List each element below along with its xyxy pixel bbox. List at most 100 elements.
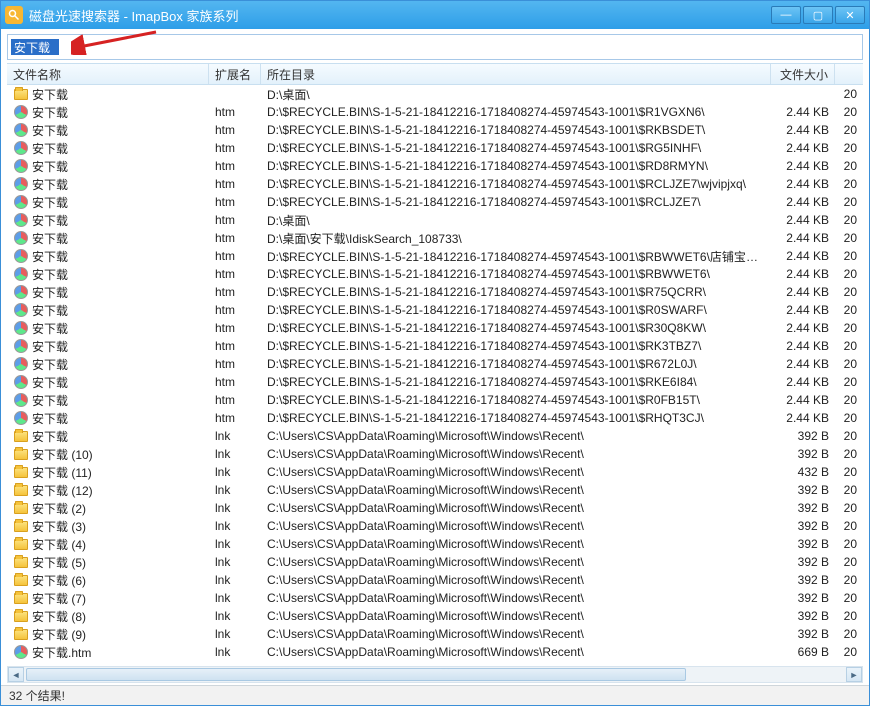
- table-row[interactable]: 安下载htmD:\$RECYCLE.BIN\S-1-5-21-18412216-…: [7, 247, 863, 265]
- header-extra[interactable]: [835, 64, 863, 84]
- cell-filename: 安下载 (3): [7, 518, 209, 535]
- table-row[interactable]: 安下载 (12)lnkC:\Users\CS\AppData\Roaming\M…: [7, 481, 863, 499]
- cell-extra: 20: [835, 285, 863, 299]
- htm-file-icon: [13, 284, 29, 300]
- column-headers: 文件名称 扩展名 所在目录 文件大小: [7, 63, 863, 85]
- cell-filename: 安下载 (7): [7, 590, 209, 607]
- file-list[interactable]: 安下载D:\桌面\20安下载htmD:\$RECYCLE.BIN\S-1-5-2…: [7, 85, 863, 666]
- htm-file-icon: [13, 356, 29, 372]
- table-row[interactable]: 安下载htmD:\$RECYCLE.BIN\S-1-5-21-18412216-…: [7, 103, 863, 121]
- table-row[interactable]: 安下载 (6)lnkC:\Users\CS\AppData\Roaming\Mi…: [7, 571, 863, 589]
- filename-text: 安下载: [32, 140, 68, 157]
- cell-extension: htm: [209, 339, 261, 353]
- minimize-button[interactable]: —: [771, 6, 801, 24]
- cell-extension: htm: [209, 267, 261, 281]
- cell-extension: htm: [209, 141, 261, 155]
- titlebar[interactable]: 磁盘光速搜索器 - ImapBox 家族系列 — ▢ ✕: [1, 1, 869, 29]
- close-button[interactable]: ✕: [835, 6, 865, 24]
- cell-extension: htm: [209, 123, 261, 137]
- cell-extension: lnk: [209, 591, 261, 605]
- table-row[interactable]: 安下载 (5)lnkC:\Users\CS\AppData\Roaming\Mi…: [7, 553, 863, 571]
- search-input[interactable]: [11, 39, 59, 55]
- cell-filename: 安下载: [7, 176, 209, 193]
- cell-extra: 20: [835, 213, 863, 227]
- table-row[interactable]: 安下载htmD:\$RECYCLE.BIN\S-1-5-21-18412216-…: [7, 157, 863, 175]
- cell-filename: 安下载 (9): [7, 626, 209, 643]
- cell-extension: htm: [209, 195, 261, 209]
- table-row[interactable]: 安下载htmD:\$RECYCLE.BIN\S-1-5-21-18412216-…: [7, 265, 863, 283]
- filename-text: 安下载: [32, 104, 68, 121]
- table-row[interactable]: 安下载htmD:\$RECYCLE.BIN\S-1-5-21-18412216-…: [7, 373, 863, 391]
- table-row[interactable]: 安下载 htmD:\$RECYCLE.BIN\S-1-5-21-18412216-…: [7, 193, 863, 211]
- cell-filename: 安下载 (5): [7, 554, 209, 571]
- cell-filesize: 2.44 KB: [771, 375, 835, 389]
- cell-extra: 20: [835, 483, 863, 497]
- table-row[interactable]: 安下载.htmlnkC:\Users\CS\AppData\Roaming\Mi…: [7, 643, 863, 661]
- cell-directory: D:\$RECYCLE.BIN\S-1-5-21-18412216-171840…: [261, 195, 771, 209]
- cell-extra: 20: [835, 411, 863, 425]
- table-row[interactable]: 安下载htmD:\桌面\2.44 KB20: [7, 211, 863, 229]
- horizontal-scrollbar[interactable]: ◄ ►: [7, 666, 863, 683]
- table-row[interactable]: 安下载 (4)lnkC:\Users\CS\AppData\Roaming\Mi…: [7, 535, 863, 553]
- table-row[interactable]: 安下载htmD:\桌面\安下载\IdiskSearch_108733\2.44 …: [7, 229, 863, 247]
- cell-extra: 20: [835, 375, 863, 389]
- table-row[interactable]: 安下载 (9)lnkC:\Users\CS\AppData\Roaming\Mi…: [7, 625, 863, 643]
- cell-filesize: 392 B: [771, 627, 835, 641]
- table-row[interactable]: 安下载htmD:\$RECYCLE.BIN\S-1-5-21-18412216-…: [7, 139, 863, 157]
- cell-extension: htm: [209, 231, 261, 245]
- cell-extra: 20: [835, 195, 863, 209]
- cell-filesize: 2.44 KB: [771, 231, 835, 245]
- cell-directory: C:\Users\CS\AppData\Roaming\Microsoft\Wi…: [261, 591, 771, 605]
- header-directory[interactable]: 所在目录: [261, 64, 771, 84]
- cell-filename: 安下载: [7, 158, 209, 175]
- table-row[interactable]: 安下载 (8)lnkC:\Users\CS\AppData\Roaming\Mi…: [7, 607, 863, 625]
- table-row[interactable]: 安下载htmD:\$RECYCLE.BIN\S-1-5-21-18412216-…: [7, 319, 863, 337]
- scroll-left-button[interactable]: ◄: [8, 667, 24, 682]
- table-row[interactable]: 安下载lnkC:\Users\CS\AppData\Roaming\Micros…: [7, 427, 863, 445]
- cell-filename: 安下载: [7, 248, 209, 265]
- cell-directory: D:\$RECYCLE.BIN\S-1-5-21-18412216-171840…: [261, 105, 771, 119]
- table-row[interactable]: 安下载 (11)lnkC:\Users\CS\AppData\Roaming\M…: [7, 463, 863, 481]
- cell-filename: 安下载: [7, 86, 209, 103]
- table-row[interactable]: 安下载htmD:\$RECYCLE.BIN\S-1-5-21-18412216-…: [7, 175, 863, 193]
- table-row[interactable]: 安下载 (7)lnkC:\Users\CS\AppData\Roaming\Mi…: [7, 589, 863, 607]
- cell-directory: C:\Users\CS\AppData\Roaming\Microsoft\Wi…: [261, 573, 771, 587]
- shortcut-folder-icon: [13, 608, 29, 624]
- table-row[interactable]: 安下载 (3)lnkC:\Users\CS\AppData\Roaming\Mi…: [7, 517, 863, 535]
- table-row[interactable]: 安下载htmD:\$RECYCLE.BIN\S-1-5-21-18412216-…: [7, 283, 863, 301]
- filename-text: 安下载 (9): [32, 626, 86, 643]
- table-row[interactable]: 安下载D:\桌面\20: [7, 85, 863, 103]
- shortcut-folder-icon: [13, 590, 29, 606]
- htm-file-icon: [13, 410, 29, 426]
- shortcut-folder-icon: [13, 536, 29, 552]
- cell-extension: htm: [209, 249, 261, 263]
- cell-directory: D:\$RECYCLE.BIN\S-1-5-21-18412216-171840…: [261, 321, 771, 335]
- filename-text: 安下载: [32, 194, 68, 211]
- header-filesize[interactable]: 文件大小: [771, 64, 835, 84]
- table-row[interactable]: 安下载 (2)lnkC:\Users\CS\AppData\Roaming\Mi…: [7, 499, 863, 517]
- cell-directory: C:\Users\CS\AppData\Roaming\Microsoft\Wi…: [261, 627, 771, 641]
- header-extension[interactable]: 扩展名: [209, 64, 261, 84]
- cell-extra: 20: [835, 609, 863, 623]
- cell-filesize: 2.44 KB: [771, 141, 835, 155]
- table-row[interactable]: 安下载htmD:\$RECYCLE.BIN\S-1-5-21-18412216-…: [7, 409, 863, 427]
- table-row[interactable]: 安下载htmD:\$RECYCLE.BIN\S-1-5-21-18412216-…: [7, 355, 863, 373]
- filename-text: 安下载 (5): [32, 554, 86, 571]
- cell-filename: 安下载.htm: [7, 644, 209, 661]
- table-row[interactable]: 安下载htmD:\$RECYCLE.BIN\S-1-5-21-18412216-…: [7, 121, 863, 139]
- header-filename[interactable]: 文件名称: [7, 64, 209, 84]
- cell-directory: C:\Users\CS\AppData\Roaming\Microsoft\Wi…: [261, 555, 771, 569]
- scrollbar-thumb[interactable]: [26, 668, 686, 681]
- table-row[interactable]: 安下载htmD:\$RECYCLE.BIN\S-1-5-21-18412216-…: [7, 301, 863, 319]
- shortcut-folder-icon: [13, 626, 29, 642]
- table-row[interactable]: 安下载htmD:\$RECYCLE.BIN\S-1-5-21-18412216-…: [7, 337, 863, 355]
- maximize-button[interactable]: ▢: [803, 6, 833, 24]
- cell-extra: 20: [835, 573, 863, 587]
- filename-text: 安下载: [32, 320, 68, 337]
- cell-extension: htm: [209, 375, 261, 389]
- cell-extension: lnk: [209, 609, 261, 623]
- htm-file-icon: [13, 644, 29, 660]
- table-row[interactable]: 安下载htmD:\$RECYCLE.BIN\S-1-5-21-18412216-…: [7, 391, 863, 409]
- scroll-right-button[interactable]: ►: [846, 667, 862, 682]
- table-row[interactable]: 安下载 (10)lnkC:\Users\CS\AppData\Roaming\M…: [7, 445, 863, 463]
